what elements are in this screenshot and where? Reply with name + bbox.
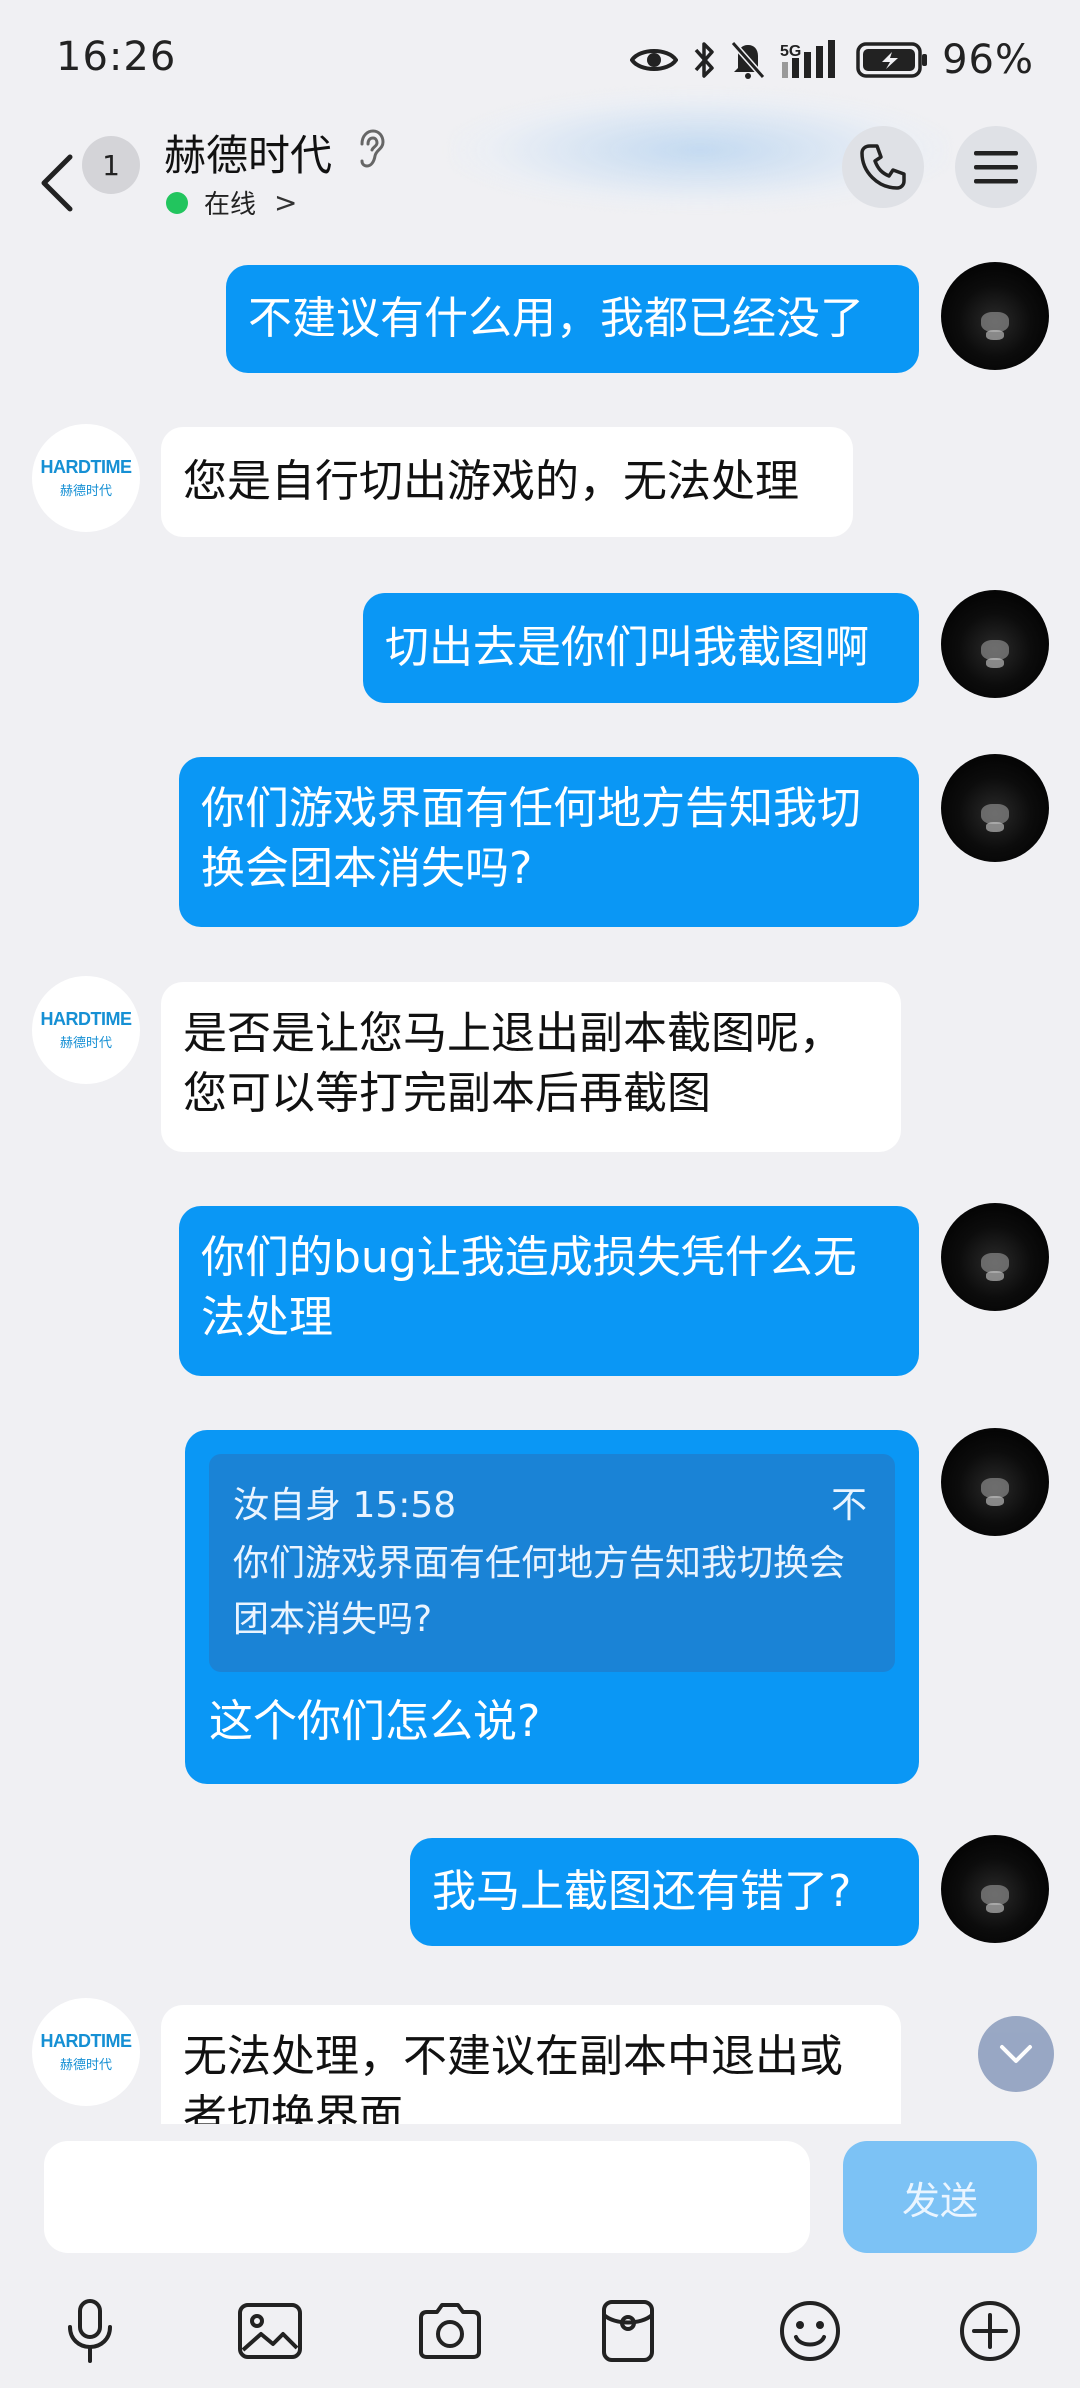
mute-bell-icon [730, 41, 766, 79]
camera-icon [419, 2303, 481, 2359]
menu-button[interactable] [955, 126, 1037, 208]
message-bubble-outgoing[interactable]: 你们游戏界面有任何地方告知我切换会团本消失吗? [179, 757, 919, 927]
message-bubble-outgoing[interactable]: 我马上截图还有错了? [410, 1838, 919, 1946]
hardtime-logo-text: HARDTIME [40, 1009, 133, 1029]
quoted-message[interactable]: 汝自身 15:58 不 你们游戏界面有任何地方告知我切换会团本消失吗? [209, 1454, 895, 1672]
reply-text: 这个你们怎么说? [209, 1696, 541, 1747]
chevron-down-icon [1000, 2045, 1032, 2063]
back-button[interactable] [38, 138, 78, 228]
ear-icon[interactable] [356, 128, 386, 170]
hardtime-logo-text: HARDTIME [40, 457, 133, 477]
status-icons: 5G 96% [630, 30, 1034, 90]
quote-sender-time: 汝自身 15:58 [233, 1485, 457, 1526]
chat-message-list[interactable]: 不建议有什么用，我都已经没了 HARDTIME 赫德时代 您是自行切出游戏的，无… [0, 250, 1080, 2124]
call-button[interactable] [842, 126, 924, 208]
my-avatar[interactable] [941, 1428, 1049, 1536]
image-icon [238, 2303, 302, 2359]
mic-icon [68, 2299, 112, 2363]
online-label: 在线 [204, 190, 257, 220]
contact-avatar[interactable]: HARDTIME 赫德时代 [32, 976, 140, 1084]
image-button[interactable] [225, 2286, 315, 2376]
signal-5g-icon: 5G [780, 40, 836, 78]
message-bubble-incoming[interactable]: 是否是让您马上退出副本截图呢，您可以等打完副本后再截图 [161, 982, 901, 1152]
more-button[interactable] [945, 2286, 1035, 2376]
quoted-reply-bubble[interactable]: 汝自身 15:58 不 你们游戏界面有任何地方告知我切换会团本消失吗? 这个你们… [185, 1430, 919, 1784]
send-button[interactable]: 发送 [843, 2141, 1037, 2253]
message-bubble-outgoing[interactable]: 你们的bug让我造成损失凭什么无法处理 [179, 1206, 919, 1376]
online-status[interactable]: 在线 > [166, 184, 297, 221]
message-bubble-incoming[interactable]: 无法处理，不建议在副本中退出或者切换界面 [161, 2005, 901, 2124]
unread-badge[interactable]: 1 [82, 136, 140, 194]
my-avatar[interactable] [941, 754, 1049, 862]
hardtime-logo-sub: 赫德时代 [59, 484, 112, 499]
online-dot [166, 191, 188, 214]
svg-text:5G: 5G [780, 43, 801, 60]
plus-icon [960, 2301, 1020, 2361]
red-packet-icon [602, 2300, 654, 2362]
hamburger-icon [974, 151, 1018, 184]
input-area: 发送 [0, 2124, 1080, 2388]
quote-text: 你们游戏界面有任何地方告知我切换会团本消失吗? [233, 1543, 846, 1640]
red-packet-button[interactable] [583, 2286, 673, 2376]
my-avatar[interactable] [941, 1203, 1049, 1311]
chat-title[interactable]: 赫德时代 [164, 122, 332, 183]
bluetooth-icon [694, 42, 714, 78]
my-avatar[interactable] [941, 262, 1049, 370]
contact-avatar[interactable]: HARDTIME 赫德时代 [32, 424, 140, 532]
chevron-right-icon: > [274, 186, 298, 219]
emoji-button[interactable] [765, 2286, 855, 2376]
voice-button[interactable] [45, 2286, 135, 2376]
phone-icon [860, 144, 906, 190]
hardtime-logo-sub: 赫德时代 [59, 2058, 112, 2073]
battery-icon [856, 42, 928, 78]
message-bubble-outgoing[interactable]: 切出去是你们叫我截图啊 [363, 593, 919, 703]
hardtime-logo-text: HARDTIME [40, 2031, 133, 2051]
message-bubble-outgoing[interactable]: 不建议有什么用，我都已经没了 [226, 265, 919, 373]
emoji-icon [780, 2301, 840, 2361]
message-bubble-incoming[interactable]: 您是自行切出游戏的，无法处理 [161, 427, 853, 537]
status-time: 16:26 [56, 34, 177, 80]
battery-percent: 96% [942, 37, 1034, 83]
quote-collapse-icon[interactable]: 不 [831, 1476, 867, 1528]
contact-avatar[interactable]: HARDTIME 赫德时代 [32, 1998, 140, 2106]
my-avatar[interactable] [941, 590, 1049, 698]
hardtime-logo-sub: 赫德时代 [59, 1036, 112, 1051]
scroll-to-bottom-button[interactable] [978, 2016, 1054, 2092]
eye-icon [630, 49, 679, 71]
camera-button[interactable] [405, 2286, 495, 2376]
message-input[interactable] [44, 2141, 810, 2253]
my-avatar[interactable] [941, 1835, 1049, 1943]
